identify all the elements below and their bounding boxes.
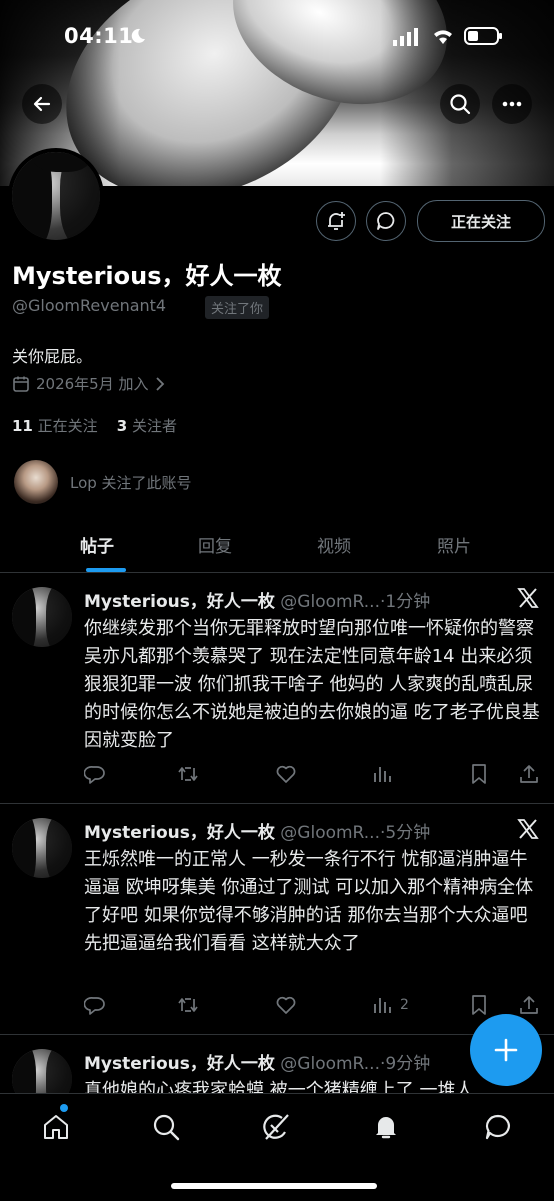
reply-icon[interactable] [84, 763, 106, 785]
user-handle: @GloomRevenant4 [12, 296, 167, 315]
post-author-handle: @GloomR... [280, 592, 380, 612]
notifications-icon[interactable] [371, 1112, 401, 1142]
post-item[interactable]: Mysterious，好人一枚 @GloomR...·1分钟 你继续发那个当你无… [0, 573, 554, 804]
active-tab-indicator [86, 568, 126, 572]
message-icon [375, 210, 397, 232]
post-avatar[interactable] [12, 587, 72, 647]
profile-bio: 关你屁屁。 [12, 347, 93, 366]
mutual-avatar [14, 460, 58, 504]
joined-text: 2026年5月 加入 [36, 375, 149, 393]
post-time: ·1分钟 [379, 592, 431, 612]
tab-posts[interactable]: 帖子 [80, 532, 114, 557]
post-avatar[interactable] [12, 818, 72, 878]
tab-replies[interactable]: 回复 [198, 532, 232, 557]
search-icon [449, 93, 471, 115]
following-button[interactable]: 正在关注 [417, 200, 545, 242]
post-author-name[interactable]: Mysterious，好人一枚 [84, 823, 275, 843]
post-text: 你继续发那个当你无罪释放时望向那位唯一怀疑你的警察 吴亦凡都那个羡慕哭了 现在法… [84, 618, 540, 751]
mutual-text: Lop 关注了此账号 [70, 473, 192, 492]
like-icon[interactable] [275, 994, 297, 1016]
post-author-name[interactable]: Mysterious，好人一枚 [84, 592, 275, 612]
views-count: 2 [400, 997, 409, 1013]
signal-icon [393, 28, 421, 46]
repost-icon[interactable] [177, 763, 199, 785]
reply-icon[interactable] [84, 994, 106, 1016]
post-avatar[interactable] [12, 1049, 72, 1095]
add-notification-icon [325, 210, 347, 232]
following-label: 正在关注 [37, 417, 98, 435]
display-name: Mysterious，好人一枚 [12, 262, 282, 290]
home-notification-dot [60, 1104, 68, 1112]
share-icon[interactable] [518, 763, 540, 785]
compose-button[interactable] [470, 1014, 542, 1086]
profile-tabs: 帖子 回复 视频 照片 [0, 520, 554, 573]
post-header: Mysterious，好人一枚 @GloomR...·5分钟 [84, 818, 430, 843]
search-button[interactable] [440, 84, 480, 124]
post-author-name[interactable]: Mysterious，好人一枚 [84, 1054, 275, 1074]
follows-you-badge: 关注了你 [205, 296, 270, 319]
repost-icon[interactable] [177, 994, 199, 1016]
grok-icon[interactable] [261, 1112, 291, 1142]
x-logo-icon [517, 818, 539, 840]
following-link[interactable]: 11 正在关注 [12, 417, 98, 435]
followers-label: 关注者 [131, 417, 177, 435]
compose-plus-icon [493, 1037, 519, 1063]
following-count: 11 [12, 417, 33, 435]
bookmark-icon[interactable] [469, 994, 489, 1016]
message-button[interactable] [366, 201, 406, 241]
explore-icon[interactable] [151, 1112, 181, 1142]
post-time: ·9分钟 [379, 1054, 431, 1074]
like-icon[interactable] [275, 763, 297, 785]
home-indicator [171, 1183, 377, 1189]
post-actions: 2 [84, 994, 544, 1018]
home-icon[interactable] [41, 1112, 71, 1142]
battery-icon [464, 26, 504, 46]
share-icon[interactable] [518, 994, 540, 1016]
post-header: Mysterious，好人一枚 @GloomR...·1分钟 [84, 587, 430, 612]
more-button[interactable] [492, 84, 532, 124]
views-icon[interactable] [372, 763, 400, 785]
bookmark-icon[interactable] [469, 763, 489, 785]
back-arrow-icon [32, 94, 52, 114]
post-author-handle: @GloomR... [280, 1054, 380, 1074]
chevron-right-icon[interactable] [155, 376, 165, 392]
wifi-icon [431, 27, 455, 45]
tab-videos[interactable]: 视频 [317, 532, 351, 557]
profile-avatar[interactable] [8, 148, 104, 244]
post-text: 王烁然唯一的正常人 一秒发一条行不行 忧郁逼消肿逼牛逼逼 欧坤呀集美 你通过了测… [84, 849, 534, 954]
follow-stats: 11 正在关注 3 关注者 [12, 415, 177, 436]
joined-date: 2026年5月 加入 [12, 373, 165, 394]
tab-photos[interactable]: 照片 [437, 532, 471, 557]
back-button[interactable] [22, 84, 62, 124]
notify-button[interactable] [316, 201, 356, 241]
status-time: 04:11 [64, 24, 134, 48]
messages-icon[interactable] [483, 1112, 513, 1142]
post-item[interactable]: Mysterious，好人一枚 @GloomR...·5分钟 王烁然唯一的正常人… [0, 804, 554, 1035]
x-logo-icon [517, 587, 539, 609]
more-icon [502, 101, 522, 107]
post-actions [84, 763, 544, 787]
followers-link[interactable]: 3 关注者 [117, 417, 177, 435]
post-time: ·5分钟 [379, 823, 431, 843]
moon-icon [130, 28, 146, 44]
followers-count: 3 [116, 417, 128, 435]
mutual-follower[interactable]: Lop 关注了此账号 [14, 460, 192, 504]
post-author-handle: @GloomR... [280, 823, 380, 843]
post-header: Mysterious，好人一枚 @GloomR...·9分钟 [84, 1049, 430, 1074]
views-icon[interactable]: 2 [372, 994, 409, 1016]
calendar-icon [12, 375, 30, 393]
